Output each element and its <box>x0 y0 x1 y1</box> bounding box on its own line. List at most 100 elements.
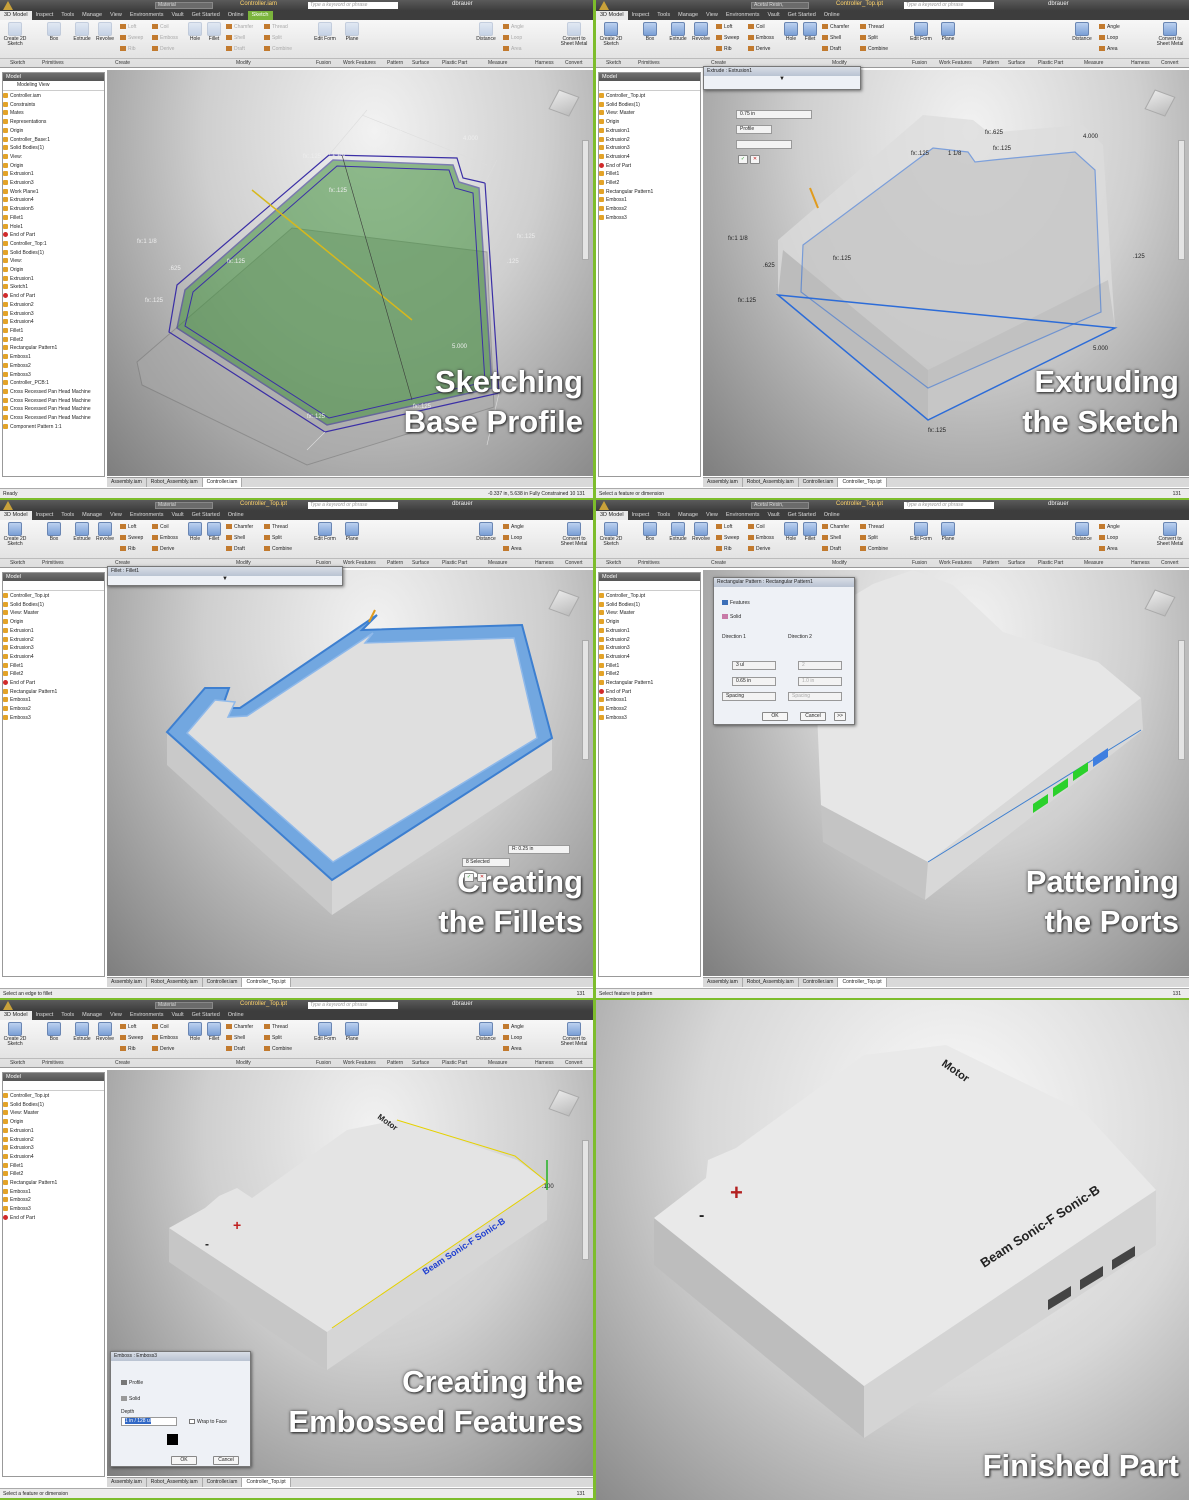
angle-button[interactable]: Angle <box>1099 24 1120 30</box>
tree-item[interactable]: Extrusion1 <box>599 627 700 636</box>
model-browser[interactable]: Model Controller_Top.ipt Solid Bodies(1) V… <box>2 572 105 977</box>
emboss-button[interactable]: Emboss <box>152 535 178 541</box>
shell-button[interactable]: Shell <box>822 35 841 41</box>
create-sketch-button[interactable]: Create 2D Sketch <box>3 22 27 47</box>
dim-label[interactable]: fx:.125 <box>145 298 164 304</box>
tab-manage[interactable]: Manage <box>78 11 106 20</box>
ok-check-icon[interactable]: ✓ <box>738 155 748 164</box>
plane-button[interactable]: Plane <box>936 522 960 542</box>
tree-item[interactable]: Solid Bodies(1) <box>3 1101 104 1110</box>
dim-label[interactable]: fx:.125 <box>227 259 246 265</box>
distance-button[interactable]: Distance <box>474 522 498 542</box>
wrap-to-face-checkbox[interactable]: Wrap to Face <box>189 1419 227 1425</box>
dim-label[interactable]: fx:.125 <box>993 146 1012 152</box>
revolve-button[interactable]: Revolve <box>93 22 117 42</box>
dim-label[interactable]: fx:.125 <box>307 414 326 420</box>
dim-label[interactable]: fx:.125 <box>833 256 852 262</box>
dim-label[interactable]: .125 <box>1133 254 1145 260</box>
angle-button[interactable]: Angle <box>1099 524 1120 530</box>
distance-button[interactable]: Distance <box>1070 22 1094 42</box>
distance-button[interactable]: Distance <box>474 22 498 42</box>
revolve-button[interactable]: Revolve <box>689 522 713 542</box>
graphics-viewport[interactable]: Creating the Fillets <box>107 570 593 976</box>
tree-item[interactable]: Rectangular Pattern1 <box>599 679 700 688</box>
plane-button[interactable]: Plane <box>936 22 960 42</box>
coil-button[interactable]: Coil <box>748 24 765 30</box>
navigation-bar[interactable] <box>1178 640 1185 760</box>
tree-item[interactable]: Extrusion3 <box>599 644 700 653</box>
expand-arrow-icon[interactable]: ▼ <box>704 76 860 82</box>
sweep-button[interactable]: Sweep <box>120 535 143 541</box>
search-input[interactable]: Type a keyword or phrase <box>904 2 994 9</box>
tree-item[interactable]: Fillet1 <box>3 214 104 223</box>
dim-label[interactable]: .625 <box>763 263 775 269</box>
inventor-logo-icon[interactable] <box>3 1001 13 1010</box>
create-sketch-button[interactable]: Create 2D Sketch <box>599 522 623 547</box>
dim-label[interactable]: 4.000 <box>463 136 479 142</box>
depth-input[interactable]: 1 in / 128 ul <box>121 1417 177 1426</box>
revolve-button[interactable]: Revolve <box>93 522 117 542</box>
rib-button[interactable]: Rib <box>716 546 732 552</box>
tree-item[interactable]: Extrusion1 <box>3 275 104 284</box>
rib-button[interactable]: Rib <box>120 46 136 52</box>
loft-button[interactable]: Loft <box>716 524 732 530</box>
tree-item[interactable]: Extrusion4 <box>3 318 104 327</box>
dim-label[interactable]: fx:.625 <box>985 130 1004 136</box>
tree-item[interactable]: Fillet1 <box>3 1162 104 1171</box>
browser-toolbar[interactable] <box>3 1081 104 1091</box>
tree-item[interactable]: Emboss3 <box>599 714 700 723</box>
split-button[interactable]: Split <box>264 535 282 541</box>
tree-item[interactable]: Emboss1 <box>599 696 700 705</box>
tree-item[interactable]: Origin <box>599 618 700 627</box>
doc-tab[interactable]: Assembly.iam <box>107 478 147 487</box>
tab-online[interactable]: Online <box>820 11 844 20</box>
cancel-x-icon[interactable]: ✕ <box>750 155 760 164</box>
tree-item[interactable]: Extrusion3 <box>3 310 104 319</box>
inventor-logo-icon[interactable] <box>3 501 13 510</box>
tree-item[interactable]: Controller.iam <box>3 92 104 101</box>
tree-item[interactable]: Extrusion1 <box>3 627 104 636</box>
search-input[interactable]: Type a keyword or phrase <box>308 2 398 9</box>
angle-button[interactable]: Angle <box>503 1024 524 1030</box>
tab-vault[interactable]: Vault <box>167 11 187 20</box>
tree-item[interactable]: Rectangular Pattern1 <box>3 688 104 697</box>
more-button[interactable]: >> <box>834 712 846 721</box>
tab-environments[interactable]: Environments <box>126 1011 168 1020</box>
extrude-button[interactable]: Extrude <box>666 522 690 542</box>
fillet-button[interactable]: Fillet <box>202 522 226 542</box>
browser-header[interactable]: Model <box>599 73 700 81</box>
emboss-button[interactable]: Emboss <box>152 1035 178 1041</box>
tree-item[interactable]: Controller_Top:1 <box>3 240 104 249</box>
tab-sketch[interactable]: Sketch <box>247 11 273 20</box>
loop-button[interactable]: Loop <box>503 535 522 541</box>
dim-label[interactable]: 4.000 <box>1083 134 1099 140</box>
create-sketch-button[interactable]: Create 2D Sketch <box>3 1022 27 1047</box>
doc-tab[interactable]: Assembly.iam <box>703 478 743 487</box>
emboss-button[interactable]: Emboss <box>152 35 178 41</box>
material-dropdown[interactable]: Material <box>155 1002 213 1009</box>
tab-online[interactable]: Online <box>820 511 844 520</box>
tree-item[interactable]: Fillet2 <box>3 670 104 679</box>
model-browser[interactable]: Model Controller_Top.ipt Solid Bodies(1) V… <box>598 572 701 977</box>
tree-item[interactable]: Origin <box>3 127 104 136</box>
emboss-dialog[interactable]: Emboss : Emboss3 Profile Solid Depth 1 i… <box>110 1351 251 1467</box>
expand-arrow-icon[interactable]: ▼ <box>108 576 342 582</box>
box-button[interactable]: Box <box>638 522 662 542</box>
ok-button[interactable]: OK <box>171 1456 197 1465</box>
tab-tools[interactable]: Tools <box>57 1011 78 1020</box>
tree-item[interactable]: Emboss2 <box>3 705 104 714</box>
doc-tab-active[interactable]: Controller_Top.ipt <box>838 978 887 987</box>
graphics-viewport[interactable]: 4.000 fx:.125 1 1/8 fx:.125 fx:.625 fx:1… <box>703 70 1189 476</box>
cancel-button[interactable]: Cancel <box>800 712 826 721</box>
tree-item[interactable]: Cross Recessed Pan Head Machine <box>3 405 104 414</box>
distance-value[interactable]: 0.75 in <box>740 111 755 117</box>
user-name[interactable]: dbrauer <box>452 501 473 507</box>
profile-button[interactable]: Profile <box>736 125 772 134</box>
cancel-x-icon[interactable]: ✕ <box>477 873 487 882</box>
tree-item[interactable]: Rectangular Pattern1 <box>3 344 104 353</box>
tree-item[interactable]: End of Part <box>599 162 700 171</box>
dialog-title[interactable]: Fillet : Fillet1 <box>108 567 342 576</box>
radius-input[interactable]: R: 0.25 in <box>508 845 570 854</box>
combine-button[interactable]: Combine <box>860 46 888 52</box>
tree-item[interactable]: Extrusion4 <box>3 196 104 205</box>
